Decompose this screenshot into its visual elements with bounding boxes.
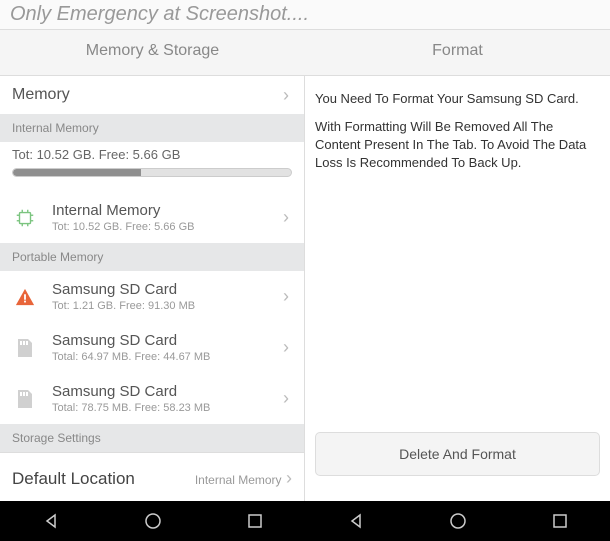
item-title: Samsung SD Card	[52, 383, 210, 400]
item-subtitle: Tot: 10.52 GB. Free: 5.66 GB	[52, 221, 194, 233]
delete-and-format-button[interactable]: Delete And Format	[315, 432, 600, 476]
default-location-value: Internal Memory	[195, 473, 282, 487]
default-location-label: Default Location	[12, 469, 135, 489]
home-icon[interactable]	[143, 511, 163, 531]
recent-icon[interactable]	[246, 512, 264, 530]
tabs: Memory & Storage Format	[0, 30, 610, 75]
progress-container	[0, 164, 304, 192]
recent-icon[interactable]	[551, 512, 569, 530]
right-pane: You Need To Format Your Samsung SD Card.…	[305, 76, 610, 501]
portable-memory-header: Portable Memory	[0, 243, 304, 271]
tab-format[interactable]: Format	[305, 30, 610, 75]
chevron-right-icon: ›	[283, 85, 289, 106]
content: Memory › Internal Memory Tot: 10.52 GB. …	[0, 75, 610, 501]
warning-icon	[12, 284, 38, 310]
chevron-right-icon: ›	[283, 337, 289, 358]
chevron-right-icon: ›	[283, 388, 289, 409]
sd-card-item-warn[interactable]: Samsung SD Card Tot: 1.21 GB. Free: 91.3…	[0, 271, 304, 322]
back-icon[interactable]	[41, 511, 61, 531]
default-location-row[interactable]: Default Location Internal Memory ›	[0, 452, 304, 501]
item-subtitle: Total: 64.97 MB. Free: 44.67 MB	[52, 351, 210, 363]
memory-label: Memory	[12, 86, 70, 104]
storage-total-free: Tot: 10.52 GB. Free: 5.66 GB	[0, 142, 304, 164]
chevron-right-icon: ›	[283, 286, 289, 307]
storage-progress	[12, 168, 292, 177]
home-icon[interactable]	[448, 511, 468, 531]
memory-row[interactable]: Memory ›	[0, 76, 304, 114]
internal-memory-header: Internal Memory	[0, 114, 304, 142]
status-bar: Only Emergency at Screenshot....	[0, 0, 610, 30]
format-description: With Formatting Will Be Removed All The …	[315, 118, 600, 173]
internal-memory-item[interactable]: Internal Memory Tot: 10.52 GB. Free: 5.6…	[0, 192, 304, 243]
chevron-right-icon: ›	[283, 207, 289, 228]
item-subtitle: Tot: 1.21 GB. Free: 91.30 MB	[52, 300, 195, 312]
tab-memory-storage[interactable]: Memory & Storage	[0, 30, 305, 75]
chip-icon	[12, 205, 38, 231]
left-pane: Memory › Internal Memory Tot: 10.52 GB. …	[0, 76, 305, 501]
nav-bar	[0, 501, 610, 541]
sd-card-item[interactable]: Samsung SD Card Total: 64.97 MB. Free: 4…	[0, 322, 304, 373]
item-title: Internal Memory	[52, 202, 194, 219]
chevron-right-icon: ›	[286, 468, 292, 488]
format-heading: You Need To Format Your Samsung SD Card.	[315, 91, 600, 106]
item-title: Samsung SD Card	[52, 332, 210, 349]
back-icon[interactable]	[346, 511, 366, 531]
item-title: Samsung SD Card	[52, 281, 195, 298]
sd-card-icon	[12, 335, 38, 361]
sd-card-icon	[12, 386, 38, 412]
sd-card-item[interactable]: Samsung SD Card Total: 78.75 MB. Free: 5…	[0, 373, 304, 424]
storage-progress-fill	[13, 169, 141, 176]
storage-settings-header: Storage Settings	[0, 424, 304, 452]
item-subtitle: Total: 78.75 MB. Free: 58.23 MB	[52, 402, 210, 414]
